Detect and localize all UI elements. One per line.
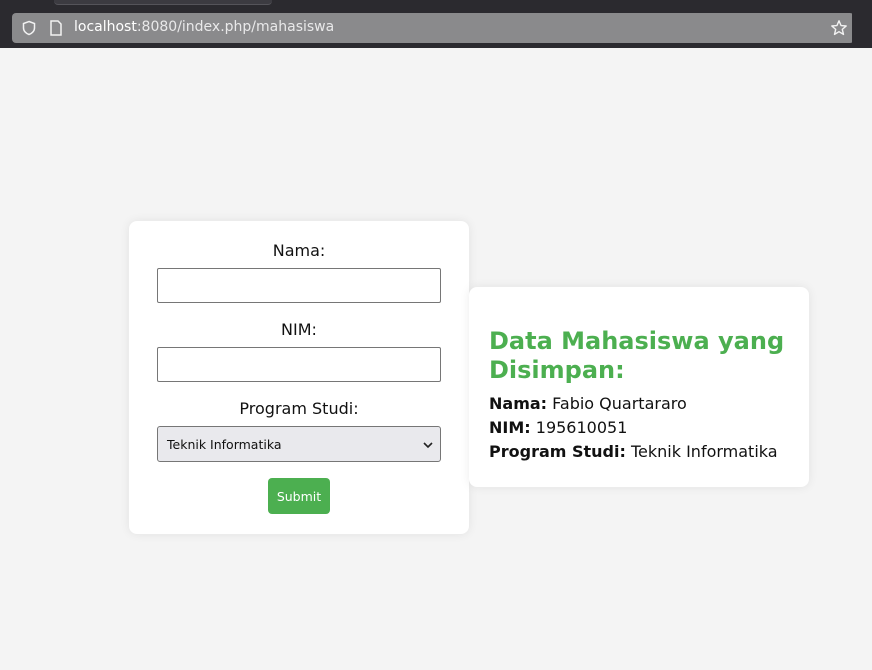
toolbar-edge: [852, 8, 872, 48]
saved-data-heading: Data Mahasiswa yang Disimpan:: [489, 327, 785, 384]
prodi-selected-value: Teknik Informatika: [167, 436, 282, 452]
url-path: :8080/index.php/mahasiswa: [136, 19, 335, 35]
url-text[interactable]: localhost:8080/index.php/mahasiswa: [74, 19, 334, 35]
chevron-down-icon: [423, 442, 433, 449]
active-tab[interactable]: [54, 0, 272, 5]
tab-strip: [0, 0, 872, 8]
nim-label: NIM:: [281, 320, 317, 339]
saved-nim-key: NIM:: [489, 418, 531, 437]
saved-nim-row: NIM: 195610051: [489, 418, 627, 437]
url-host: localhost: [74, 19, 137, 35]
nama-input[interactable]: [157, 268, 441, 303]
submit-button[interactable]: Submit: [268, 478, 330, 514]
shield-icon[interactable]: [21, 20, 37, 36]
browser-toolbar: localhost:8080/index.php/mahasiswa: [0, 8, 872, 48]
address-bar[interactable]: localhost:8080/index.php/mahasiswa: [12, 13, 854, 43]
nama-label: Nama:: [272, 241, 326, 260]
saved-nama-row: Nama: Fabio Quartararo: [489, 394, 687, 413]
saved-nim-value: 195610051: [535, 418, 628, 437]
nim-input[interactable]: [157, 347, 441, 382]
student-form: Nama: NIM: Program Studi: Teknik Informa…: [129, 221, 469, 534]
bookmark-star-icon[interactable]: [830, 19, 848, 37]
page-icon: [50, 20, 62, 36]
saved-nama-value: Fabio Quartararo: [552, 394, 687, 413]
prodi-select[interactable]: Teknik Informatika: [157, 426, 441, 462]
saved-prodi-key: Program Studi:: [489, 442, 626, 461]
prodi-label: Program Studi:: [239, 399, 359, 418]
saved-prodi-value: Teknik Informatika: [630, 442, 778, 461]
saved-data-card: Data Mahasiswa yang Disimpan: Nama: Fabi…: [469, 287, 809, 487]
saved-nama-key: Nama:: [489, 394, 548, 413]
saved-prodi-row: Program Studi: Teknik Informatika: [489, 442, 778, 461]
